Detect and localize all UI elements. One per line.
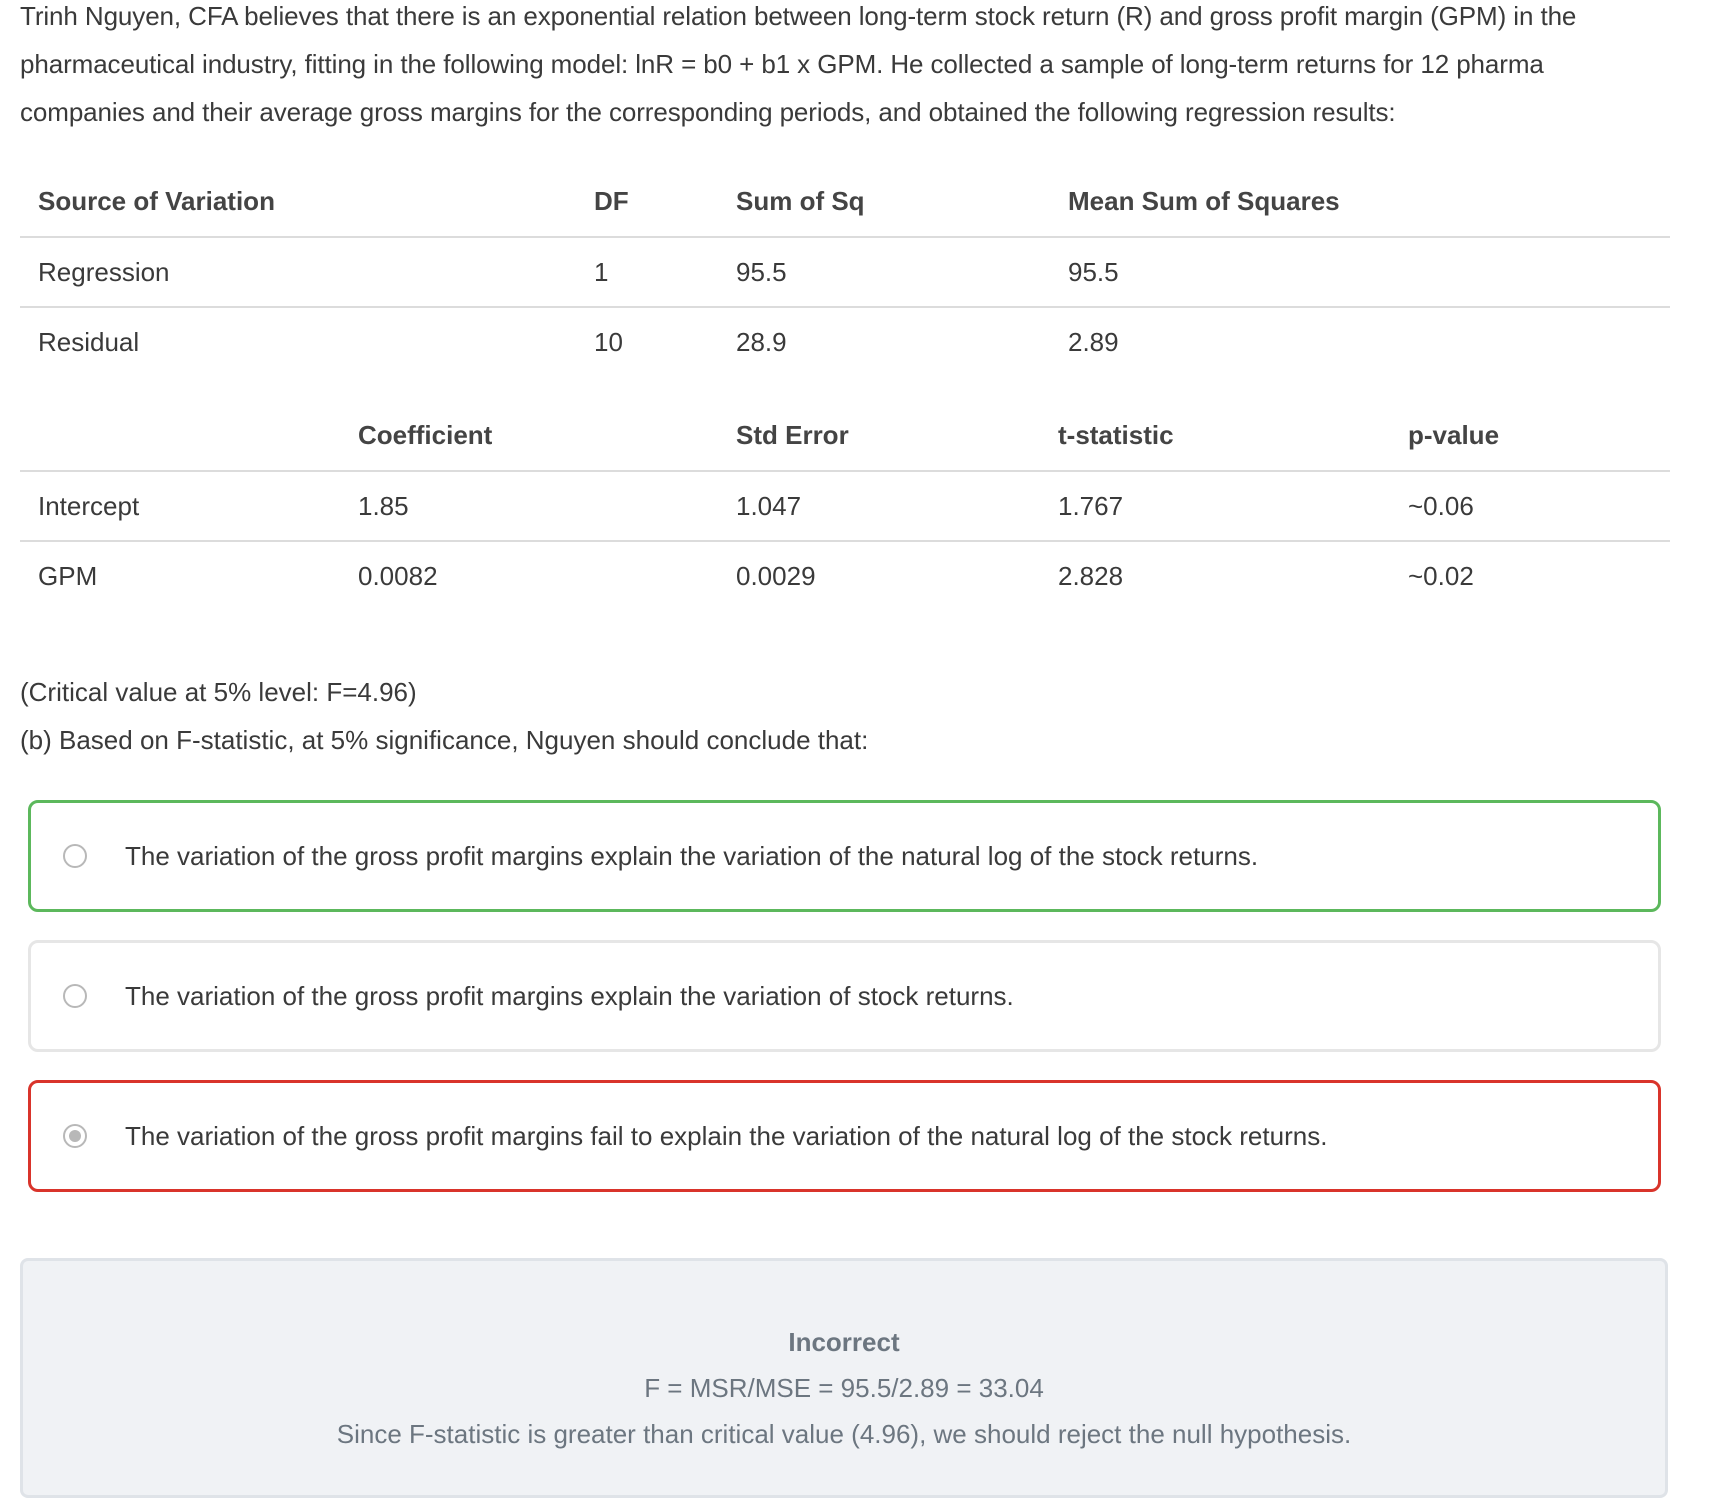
table-cell: 95.5 [1050,236,1670,307]
answer-option-text: The variation of the gross profit margin… [125,840,1259,871]
anova-row-residual: Residual 10 28.9 2.89 [20,306,1670,376]
table-cell: 1.767 [1040,470,1390,541]
coef-header-blank [20,400,340,471]
question-prompt: (b) Based on F-statistic, at 5% signific… [20,725,869,755]
coef-header-coefficient: Coefficient [358,419,493,450]
table-cell: Regression [20,236,576,307]
table-cell: 2.828 [1040,540,1390,610]
answer-option-text: The variation of the gross profit margin… [125,980,1014,1011]
coef-header-std-error: Std Error [736,419,849,450]
table-cell: 0.0029 [718,540,1040,610]
coef-row-gpm: GPM 0.0082 0.0029 2.828 ~0.02 [20,540,1670,610]
feedback-explanation: Since F-statistic is greater than critic… [336,1419,1352,1449]
anova-table: Source of Variation DF Sum of Sq Mean Su… [20,166,1670,376]
table-cell: 28.9 [718,306,1050,376]
coef-header-row: Coefficient Std Error t-statistic p-valu… [20,400,1670,471]
anova-header-mean-sq: Mean Sum of Squares [1068,185,1340,216]
coef-row-intercept: Intercept 1.85 1.047 1.767 ~0.06 [20,470,1670,541]
question-container: Trinh Nguyen, CFA believes that there is… [20,0,1670,1220]
answer-option-2[interactable]: The variation of the gross profit margin… [28,940,1661,1052]
anova-header-source: Source of Variation [38,185,275,216]
feedback-status: Incorrect [788,1327,900,1357]
radio-button-selected[interactable] [63,1124,87,1148]
table-cell: 1.047 [718,470,1040,541]
table-cell: ~0.02 [1390,540,1670,610]
question-text: (Critical value at 5% level: F=4.96) (b)… [20,668,1670,764]
table-cell: 10 [576,306,718,376]
anova-header-df: DF [594,185,629,216]
answer-option-text: The variation of the gross profit margin… [125,1120,1328,1151]
answer-option-1[interactable]: The variation of the gross profit margin… [28,800,1661,912]
feedback-formula: F = MSR/MSE = 95.5/2.89 = 33.04 [644,1373,1044,1403]
coef-header-p-value: p-value [1408,419,1500,450]
anova-row-regression: Regression 1 95.5 95.5 [20,236,1670,307]
answer-option-3[interactable]: The variation of the gross profit margin… [28,1080,1661,1192]
anova-header-sum-sq: Sum of Sq [736,185,865,216]
feedback-panel: Incorrect F = MSR/MSE = 95.5/2.89 = 33.0… [20,1258,1668,1498]
table-cell: 95.5 [718,236,1050,307]
radio-button[interactable] [63,984,87,1008]
answer-options: The variation of the gross profit margin… [20,800,1670,1192]
table-cell: GPM [20,540,340,610]
table-cell: ~0.06 [1390,470,1670,541]
coefficient-table: Coefficient Std Error t-statistic p-valu… [20,400,1670,610]
table-cell: 2.89 [1050,306,1670,376]
critical-value-note: (Critical value at 5% level: F=4.96) [20,677,417,707]
table-cell: 0.0082 [340,540,718,610]
coef-header-t-stat: t-statistic [1058,419,1174,450]
table-cell: 1.85 [340,470,718,541]
table-cell: Residual [20,306,576,376]
anova-header-row: Source of Variation DF Sum of Sq Mean Su… [20,166,1670,237]
radio-button[interactable] [63,844,87,868]
table-cell: 1 [576,236,718,307]
question-intro: Trinh Nguyen, CFA believes that there is… [20,1,1577,127]
table-cell: Intercept [20,470,340,541]
